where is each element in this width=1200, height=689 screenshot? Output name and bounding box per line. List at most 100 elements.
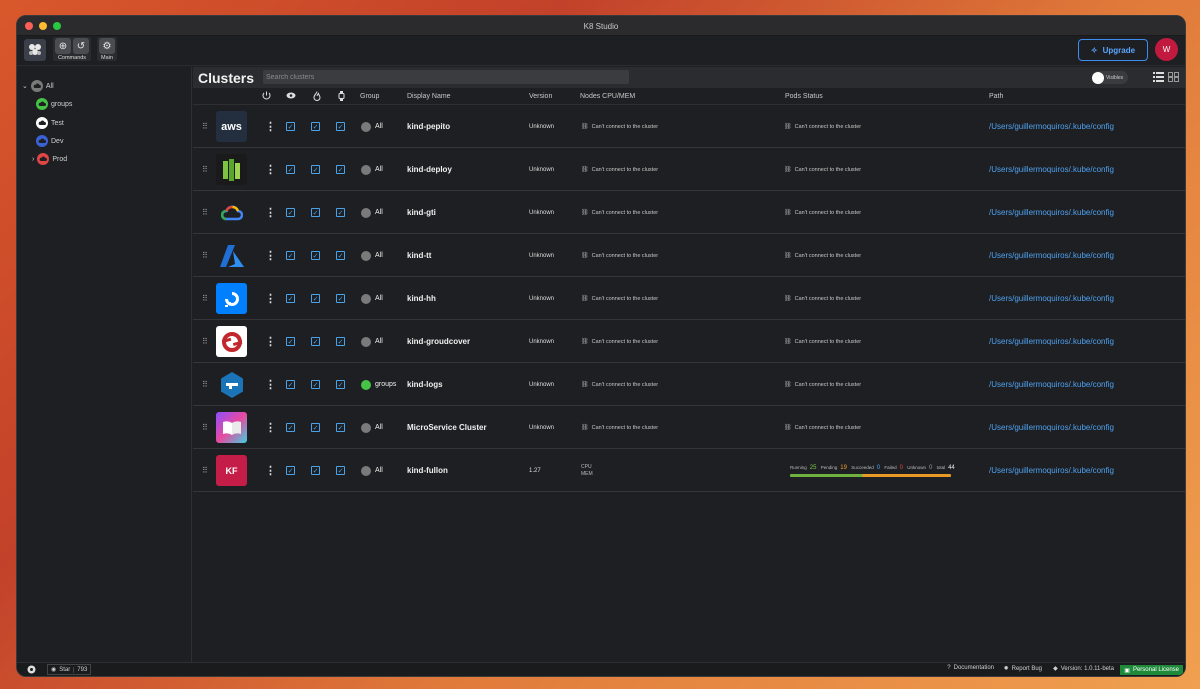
row-menu-button[interactable]: ⋮	[265, 191, 276, 234]
watch-checkbox[interactable]: ✓	[336, 122, 345, 131]
column-version[interactable]: Version	[529, 93, 552, 100]
kubeconfig-path-link[interactable]: /Users/guillermoquiros/.kube/config	[989, 449, 1114, 492]
kubeconfig-path-link[interactable]: /Users/guillermoquiros/.kube/config	[989, 148, 1114, 191]
cluster-name[interactable]: MicroService Cluster	[407, 406, 487, 449]
visible-checkbox[interactable]: ✓	[311, 380, 320, 389]
row-menu-button[interactable]: ⋮	[265, 234, 276, 277]
column-path[interactable]: Path	[989, 93, 1003, 100]
table-row[interactable]: ⠿ KF ⋮ ✓ ✓ ✓ All kind-fullon 1.27 CPU ME…	[193, 449, 1185, 492]
cluster-name[interactable]: kind-gti	[407, 191, 436, 234]
row-menu-button[interactable]: ⋮	[265, 406, 276, 449]
cluster-name[interactable]: kind-deploy	[407, 148, 452, 191]
chevron-down-icon[interactable]: ⌄	[22, 82, 28, 90]
enabled-checkbox[interactable]: ✓	[286, 208, 295, 217]
cluster-name[interactable]: kind-hh	[407, 277, 436, 320]
table-row[interactable]: ⠿ ⋮ ✓ ✓ ✓ groups kind-logs Unknown ⛓ Can'…	[193, 363, 1185, 406]
flame-icon[interactable]	[313, 91, 321, 103]
visibles-toggle[interactable]: Visibles	[1092, 71, 1128, 84]
enabled-checkbox[interactable]: ✓	[286, 251, 295, 260]
column-nodes[interactable]: Nodes CPU/MEM	[580, 93, 635, 100]
kubeconfig-path-link[interactable]: /Users/guillermoquiros/.kube/config	[989, 277, 1114, 320]
column-group[interactable]: Group	[360, 93, 379, 100]
column-display-name[interactable]: Display Name	[407, 93, 451, 100]
cluster-name[interactable]: kind-logs	[407, 363, 443, 406]
kubeconfig-path-link[interactable]: /Users/guillermoquiros/.kube/config	[989, 363, 1114, 406]
watch-checkbox[interactable]: ✓	[336, 165, 345, 174]
drag-handle-icon[interactable]: ⠿	[202, 406, 208, 449]
table-row[interactable]: ⠿ aws ⋮ ✓ ✓ ✓ All kind-pepito Unknown ⛓ C…	[193, 105, 1185, 148]
row-menu-button[interactable]: ⋮	[265, 449, 276, 492]
cluster-name[interactable]: kind-fullon	[407, 449, 448, 492]
enabled-checkbox[interactable]: ✓	[286, 466, 295, 475]
watch-checkbox[interactable]: ✓	[336, 380, 345, 389]
refresh-button[interactable]: ↺	[73, 38, 89, 54]
github-star-button[interactable]: ◉ Star 793	[47, 664, 92, 675]
table-row[interactable]: ⠿ ⋮ ✓ ✓ ✓ All MicroService Cluster Unkno…	[193, 406, 1185, 449]
app-logo-button[interactable]	[24, 39, 46, 61]
watch-icon[interactable]	[338, 91, 345, 103]
kubeconfig-path-link[interactable]: /Users/guillermoquiros/.kube/config	[989, 406, 1114, 449]
enabled-checkbox[interactable]: ✓	[286, 337, 295, 346]
sidebar-item-dev[interactable]: Dev	[36, 135, 63, 147]
search-input[interactable]	[263, 70, 629, 84]
avatar[interactable]: W	[1155, 38, 1178, 61]
enabled-checkbox[interactable]: ✓	[286, 380, 295, 389]
add-cluster-button[interactable]: ⊕	[55, 38, 71, 54]
chevron-right-icon[interactable]: ›	[32, 156, 34, 163]
drag-handle-icon[interactable]: ⠿	[202, 320, 208, 363]
visible-checkbox[interactable]: ✓	[311, 466, 320, 475]
visible-checkbox[interactable]: ✓	[311, 337, 320, 346]
row-menu-button[interactable]: ⋮	[265, 363, 276, 406]
kubeconfig-path-link[interactable]: /Users/guillermoquiros/.kube/config	[989, 105, 1114, 148]
sidebar-item-all[interactable]: ⌄ All	[22, 80, 54, 92]
visible-checkbox[interactable]: ✓	[311, 423, 320, 432]
row-menu-button[interactable]: ⋮	[265, 320, 276, 363]
power-icon[interactable]	[262, 91, 271, 103]
kubeconfig-path-link[interactable]: /Users/guillermoquiros/.kube/config	[989, 191, 1114, 234]
visible-checkbox[interactable]: ✓	[311, 122, 320, 131]
enabled-checkbox[interactable]: ✓	[286, 423, 295, 432]
row-menu-button[interactable]: ⋮	[265, 277, 276, 320]
visible-checkbox[interactable]: ✓	[311, 208, 320, 217]
grid-view-icon[interactable]	[1168, 72, 1179, 82]
drag-handle-icon[interactable]: ⠿	[202, 191, 208, 234]
drag-handle-icon[interactable]: ⠿	[202, 363, 208, 406]
row-menu-button[interactable]: ⋮	[265, 105, 276, 148]
column-pods-status[interactable]: Pods Status	[785, 93, 823, 100]
table-row[interactable]: ⠿ ⋮ ✓ ✓ ✓ All kind-deploy Unknown ⛓ Can't…	[193, 148, 1185, 191]
eye-icon[interactable]	[286, 92, 296, 101]
kubeconfig-path-link[interactable]: /Users/guillermoquiros/.kube/config	[989, 234, 1114, 277]
drag-handle-icon[interactable]: ⠿	[202, 148, 208, 191]
kubeconfig-path-link[interactable]: /Users/guillermoquiros/.kube/config	[989, 320, 1114, 363]
cluster-name[interactable]: kind-pepito	[407, 105, 450, 148]
enabled-checkbox[interactable]: ✓	[286, 294, 295, 303]
enabled-checkbox[interactable]: ✓	[286, 122, 295, 131]
sidebar-item-prod[interactable]: › Prod	[32, 153, 67, 165]
cluster-name[interactable]: kind-tt	[407, 234, 431, 277]
drag-handle-icon[interactable]: ⠿	[202, 449, 208, 492]
watch-checkbox[interactable]: ✓	[336, 208, 345, 217]
visible-checkbox[interactable]: ✓	[311, 165, 320, 174]
visible-checkbox[interactable]: ✓	[311, 294, 320, 303]
license-badge[interactable]: ▣ Personal License	[1120, 665, 1183, 675]
cluster-name[interactable]: kind-groudcover	[407, 320, 470, 363]
drag-handle-icon[interactable]: ⠿	[202, 105, 208, 148]
upgrade-button[interactable]: ✧ Upgrade	[1078, 39, 1148, 61]
watch-checkbox[interactable]: ✓	[336, 466, 345, 475]
documentation-link[interactable]: ? Documentation	[947, 665, 994, 671]
drag-handle-icon[interactable]: ⠿	[202, 234, 208, 277]
table-row[interactable]: ⠿ ⋮ ✓ ✓ ✓ All kind-tt Unknown ⛓ Can't con…	[193, 234, 1185, 277]
visible-checkbox[interactable]: ✓	[311, 251, 320, 260]
table-row[interactable]: ⠿ ⋮ ✓ ✓ ✓ All kind-groudcover Unknown ⛓ C…	[193, 320, 1185, 363]
row-menu-button[interactable]: ⋮	[265, 148, 276, 191]
drag-handle-icon[interactable]: ⠿	[202, 277, 208, 320]
report-bug-link[interactable]: ✹ Report Bug	[1004, 665, 1042, 673]
watch-checkbox[interactable]: ✓	[336, 337, 345, 346]
watch-checkbox[interactable]: ✓	[336, 423, 345, 432]
list-view-icon[interactable]	[1153, 72, 1164, 82]
watch-checkbox[interactable]: ✓	[336, 251, 345, 260]
sidebar-item-test[interactable]: Test	[36, 117, 64, 129]
settings-button[interactable]: ⚙	[99, 38, 115, 54]
table-row[interactable]: ⠿ ⋮ ✓ ✓ ✓ All kind-gti Unknown ⛓ Can't co…	[193, 191, 1185, 234]
kubernetes-icon[interactable]	[27, 665, 36, 674]
